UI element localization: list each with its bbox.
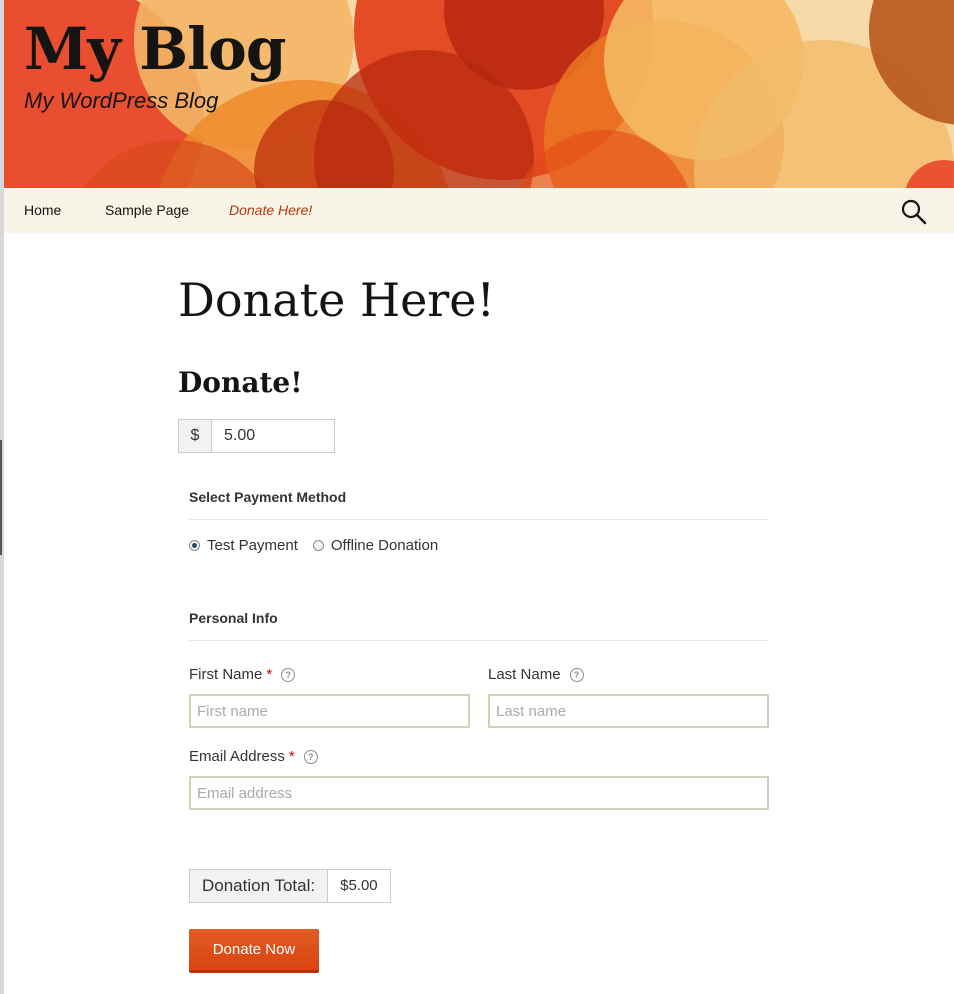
donate-now-button[interactable]: Donate Now bbox=[189, 929, 319, 973]
last-name-label: Last Name ? bbox=[488, 666, 584, 683]
site-description: My WordPress Blog bbox=[24, 88, 219, 113]
donation-amount-input[interactable] bbox=[212, 419, 335, 453]
payment-method-options: Test Payment Offline Donation bbox=[189, 537, 438, 554]
site-header: My Blog My WordPress Blog bbox=[4, 0, 954, 188]
site-title[interactable]: My Blog bbox=[24, 16, 286, 83]
email-field[interactable] bbox=[189, 776, 769, 810]
radio-label-offline-donation[interactable]: Offline Donation bbox=[331, 537, 438, 554]
required-marker: * bbox=[288, 748, 295, 765]
first-name-label: First Name * ? bbox=[189, 666, 296, 683]
currency-symbol: $ bbox=[178, 419, 212, 453]
radio-label-test-payment[interactable]: Test Payment bbox=[207, 537, 298, 554]
legend-divider bbox=[189, 519, 769, 520]
help-icon[interactable]: ? bbox=[569, 667, 584, 682]
email-label: Email Address * ? bbox=[189, 748, 318, 765]
email-label-text: Email Address bbox=[189, 748, 285, 765]
legend-divider bbox=[189, 640, 769, 641]
donation-total-value: $5.00 bbox=[328, 869, 391, 903]
main-navigation: Home Sample Page Donate Here! bbox=[4, 188, 954, 233]
donation-total-label: Donation Total: bbox=[189, 869, 329, 903]
personal-info-legend: Personal Info bbox=[189, 610, 278, 626]
nav-item-donate-here[interactable]: Donate Here! bbox=[229, 188, 312, 233]
page-title: Donate Here! bbox=[178, 273, 495, 327]
last-name-field[interactable] bbox=[488, 694, 769, 728]
payment-method-legend: Select Payment Method bbox=[189, 489, 347, 505]
radio-test-payment[interactable] bbox=[189, 540, 200, 551]
last-name-label-text: Last Name bbox=[488, 666, 561, 683]
required-marker: * bbox=[266, 666, 273, 683]
radio-offline-donation[interactable] bbox=[312, 540, 324, 551]
first-name-label-text: First Name bbox=[189, 666, 263, 683]
donation-amount-group: $ bbox=[178, 419, 335, 453]
donation-total: Donation Total: $5.00 bbox=[189, 869, 391, 903]
help-icon[interactable]: ? bbox=[303, 749, 318, 764]
donation-form-title: Donate! bbox=[178, 366, 303, 399]
help-icon[interactable]: ? bbox=[281, 667, 296, 682]
first-name-field[interactable] bbox=[189, 694, 470, 728]
nav-item-sample-page[interactable]: Sample Page bbox=[105, 188, 189, 233]
nav-item-home[interactable]: Home bbox=[24, 188, 61, 233]
search-icon[interactable] bbox=[900, 198, 928, 226]
